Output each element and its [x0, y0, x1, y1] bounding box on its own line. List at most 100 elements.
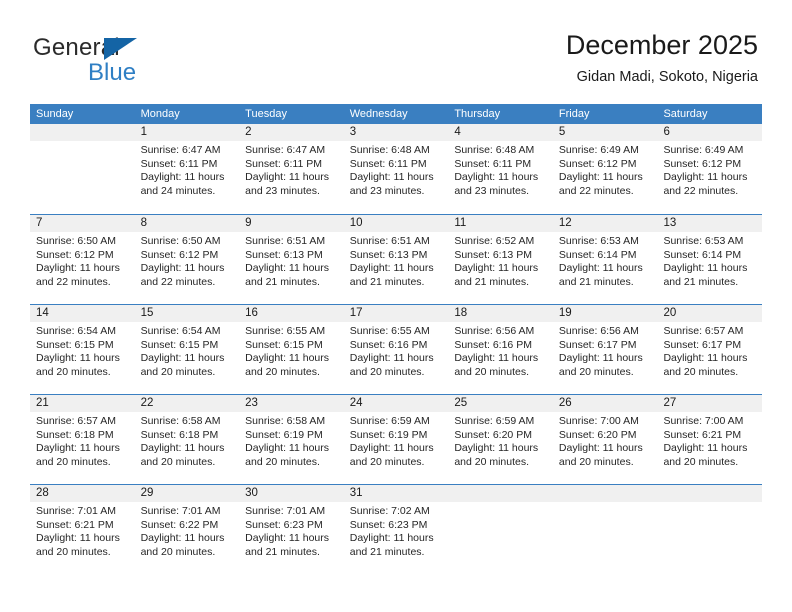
- sunrise-text: Sunrise: 6:58 AM: [140, 415, 221, 427]
- sunset-text: Sunset: 6:22 PM: [140, 518, 219, 531]
- daylight-text-line2: and 20 minutes.: [663, 365, 739, 378]
- daylight-text-line1: Daylight: 11 hours: [36, 442, 120, 455]
- sunrise-text: Sunrise: 6:59 AM: [349, 415, 430, 427]
- daylight-text-line1: Daylight: 11 hours: [558, 171, 643, 184]
- day-cell[interactable]: 24 Sunrise: 6:59 AM Sunset: 6:19 PM Dayligh…: [343, 395, 449, 484]
- day-cell[interactable]: 12 Sunrise: 6:53 AM Sunset: 6:14 PM Dayligh…: [552, 215, 658, 304]
- day-cell[interactable]: 21 Sunrise: 6:57 AM Sunset: 6:18 PM Dayligh…: [30, 395, 135, 484]
- day-info: Sunrise: 6:49 AM Sunset: 6:12 PM Daylight:…: [657, 141, 762, 198]
- sunset-text: Sunset: 6:20 PM: [558, 428, 637, 441]
- daylight-text-line2: and 21 minutes.: [349, 275, 425, 288]
- sunset-text: Sunset: 6:12 PM: [663, 157, 742, 170]
- calendar-weeks: 1 Sunrise: 6:47 AM Sunset: 6:11 PM Daylight…: [30, 124, 763, 574]
- day-cell[interactable]: 10 Sunrise: 6:51 AM Sunset: 6:13 PM Dayligh…: [343, 215, 449, 304]
- day-cell[interactable]: 3 Sunrise: 6:48 AM Sunset: 6:11 PM Daylight…: [343, 124, 449, 214]
- day-cell[interactable]: 5 Sunrise: 6:49 AM Sunset: 6:12 PM Daylight…: [552, 124, 658, 214]
- day-info: Sunrise: 6:59 AM Sunset: 6:19 PM Daylight:…: [344, 412, 449, 469]
- weekday-header-monday: Monday: [140, 108, 180, 120]
- daylight-text-line1: Daylight: 11 hours: [36, 262, 120, 275]
- day-cell[interactable]: 6 Sunrise: 6:49 AM Sunset: 6:12 PM Daylight…: [657, 124, 763, 214]
- daylight-text-line1: Daylight: 11 hours: [349, 442, 434, 455]
- daylight-text-line1: Daylight: 11 hours: [663, 171, 748, 184]
- day-number: [448, 485, 553, 502]
- sunrise-text: Sunrise: 6:50 AM: [140, 235, 221, 247]
- sunrise-text: Sunrise: 7:02 AM: [349, 505, 430, 517]
- daylight-text-line2: and 20 minutes.: [140, 455, 216, 468]
- day-cell[interactable]: 13 Sunrise: 6:53 AM Sunset: 6:14 PM Dayligh…: [657, 215, 763, 304]
- sunrise-text: Sunrise: 6:57 AM: [663, 325, 744, 337]
- daylight-text-line2: and 20 minutes.: [36, 455, 111, 468]
- day-cell[interactable]: 2 Sunrise: 6:47 AM Sunset: 6:11 PM Daylight…: [239, 124, 344, 214]
- day-cell[interactable]: 17 Sunrise: 6:55 AM Sunset: 6:16 PM Dayligh…: [343, 305, 449, 394]
- day-cell[interactable]: 30 Sunrise: 7:01 AM Sunset: 6:23 PM Dayligh…: [239, 485, 344, 574]
- brand-name-blue: Blue: [88, 59, 137, 86]
- page-header: General Blue December 2025 Gidan Madi, S…: [0, 0, 792, 104]
- day-info: Sunrise: 6:54 AM Sunset: 6:15 PM Daylight:…: [30, 322, 135, 379]
- day-cell[interactable]: 26 Sunrise: 7:00 AM Sunset: 6:20 PM Dayligh…: [552, 395, 658, 484]
- sunset-text: Sunset: 6:23 PM: [245, 518, 323, 531]
- daylight-text-line1: Daylight: 11 hours: [663, 352, 748, 365]
- day-cell[interactable]: 4 Sunrise: 6:48 AM Sunset: 6:11 PM Daylight…: [448, 124, 553, 214]
- day-cell[interactable]: 16 Sunrise: 6:55 AM Sunset: 6:15 PM Dayligh…: [239, 305, 344, 394]
- day-info: Sunrise: 6:57 AM Sunset: 6:18 PM Daylight:…: [30, 412, 135, 469]
- daylight-text-line1: Daylight: 11 hours: [454, 442, 539, 455]
- day-cell[interactable]: 31 Sunrise: 7:02 AM Sunset: 6:23 PM Dayligh…: [343, 485, 449, 574]
- day-cell[interactable]: 22 Sunrise: 6:58 AM Sunset: 6:18 PM Dayligh…: [134, 395, 240, 484]
- day-number: 11: [448, 215, 553, 232]
- sunrise-text: Sunrise: 6:48 AM: [349, 144, 430, 156]
- calendar-week-row: 28 Sunrise: 7:01 AM Sunset: 6:21 PM Dayligh…: [30, 484, 763, 574]
- daylight-text-line1: Daylight: 11 hours: [36, 532, 120, 545]
- sunrise-text: Sunrise: 7:01 AM: [140, 505, 221, 517]
- day-number: 26: [552, 395, 658, 412]
- daylight-text-line2: and 20 minutes.: [245, 365, 320, 378]
- day-cell[interactable]: 14 Sunrise: 6:54 AM Sunset: 6:15 PM Dayligh…: [30, 305, 135, 394]
- sunset-text: Sunset: 6:17 PM: [558, 338, 637, 351]
- sunset-text: Sunset: 6:15 PM: [36, 338, 114, 351]
- day-info: Sunrise: 6:50 AM Sunset: 6:12 PM Daylight:…: [135, 232, 240, 289]
- day-cell[interactable]: 29 Sunrise: 7:01 AM Sunset: 6:22 PM Dayligh…: [134, 485, 240, 574]
- weekday-header-row: Sunday Monday Tuesday Wednesday Thursday Frid…: [30, 104, 762, 124]
- sunrise-text: Sunrise: 6:56 AM: [454, 325, 535, 337]
- day-cell[interactable]: 28 Sunrise: 7:01 AM Sunset: 6:21 PM Dayligh…: [30, 485, 135, 574]
- day-info: [30, 141, 135, 144]
- day-cell[interactable]: 20 Sunrise: 6:57 AM Sunset: 6:17 PM Dayligh…: [657, 305, 763, 394]
- sunrise-text: Sunrise: 6:48 AM: [454, 144, 535, 156]
- sunrise-text: Sunrise: 6:53 AM: [663, 235, 744, 247]
- day-cell[interactable]: 19 Sunrise: 6:56 AM Sunset: 6:17 PM Dayligh…: [552, 305, 658, 394]
- sunset-text: Sunset: 6:23 PM: [349, 518, 428, 531]
- day-cell[interactable]: 27 Sunrise: 7:00 AM Sunset: 6:21 PM Dayligh…: [657, 395, 763, 484]
- day-cell[interactable]: 8 Sunrise: 6:50 AM Sunset: 6:12 PM Daylight…: [134, 215, 240, 304]
- daylight-text-line1: Daylight: 11 hours: [349, 262, 434, 275]
- calendar-week-row: 21 Sunrise: 6:57 AM Sunset: 6:18 PM Dayligh…: [30, 394, 763, 484]
- day-number: 15: [134, 305, 240, 322]
- day-cell[interactable]: 15 Sunrise: 6:54 AM Sunset: 6:15 PM Dayligh…: [134, 305, 240, 394]
- calendar-grid: Sunday Monday Tuesday Wednesday Thursday Frid…: [30, 104, 763, 574]
- calendar-week-row: 7 Sunrise: 6:50 AM Sunset: 6:12 PM Daylight…: [30, 214, 763, 304]
- sunset-text: Sunset: 6:14 PM: [663, 248, 742, 261]
- daylight-text-line1: Daylight: 11 hours: [454, 352, 539, 365]
- sunrise-text: Sunrise: 7:00 AM: [663, 415, 744, 427]
- brand-logo[interactable]: General Blue: [33, 34, 233, 90]
- daylight-text-line2: and 20 minutes.: [454, 455, 530, 468]
- sunset-text: Sunset: 6:13 PM: [349, 248, 428, 261]
- sunset-text: Sunset: 6:12 PM: [36, 248, 114, 261]
- day-cell[interactable]: 25 Sunrise: 6:59 AM Sunset: 6:20 PM Dayligh…: [448, 395, 553, 484]
- day-info: Sunrise: 7:02 AM Sunset: 6:23 PM Daylight:…: [344, 502, 449, 559]
- day-cell[interactable]: 18 Sunrise: 6:56 AM Sunset: 6:16 PM Dayligh…: [448, 305, 553, 394]
- sunrise-text: Sunrise: 6:57 AM: [36, 415, 116, 427]
- daylight-text-line1: Daylight: 11 hours: [140, 532, 225, 545]
- day-cell-empty: [448, 485, 553, 574]
- sunset-text: Sunset: 6:21 PM: [36, 518, 114, 531]
- day-cell[interactable]: 9 Sunrise: 6:51 AM Sunset: 6:13 PM Daylight…: [239, 215, 344, 304]
- day-cell[interactable]: 23 Sunrise: 6:58 AM Sunset: 6:19 PM Dayligh…: [239, 395, 344, 484]
- sunset-text: Sunset: 6:17 PM: [663, 338, 742, 351]
- daylight-text-line2: and 23 minutes.: [349, 184, 425, 197]
- day-number: 21: [30, 395, 135, 412]
- day-cell[interactable]: 1 Sunrise: 6:47 AM Sunset: 6:11 PM Daylight…: [134, 124, 240, 214]
- day-cell[interactable]: 7 Sunrise: 6:50 AM Sunset: 6:12 PM Daylight…: [30, 215, 135, 304]
- daylight-text-line2: and 21 minutes.: [245, 275, 320, 288]
- sunset-text: Sunset: 6:13 PM: [454, 248, 532, 261]
- sunset-text: Sunset: 6:21 PM: [663, 428, 742, 441]
- day-cell[interactable]: 11 Sunrise: 6:52 AM Sunset: 6:13 PM Dayligh…: [448, 215, 553, 304]
- daylight-text-line1: Daylight: 11 hours: [245, 442, 330, 455]
